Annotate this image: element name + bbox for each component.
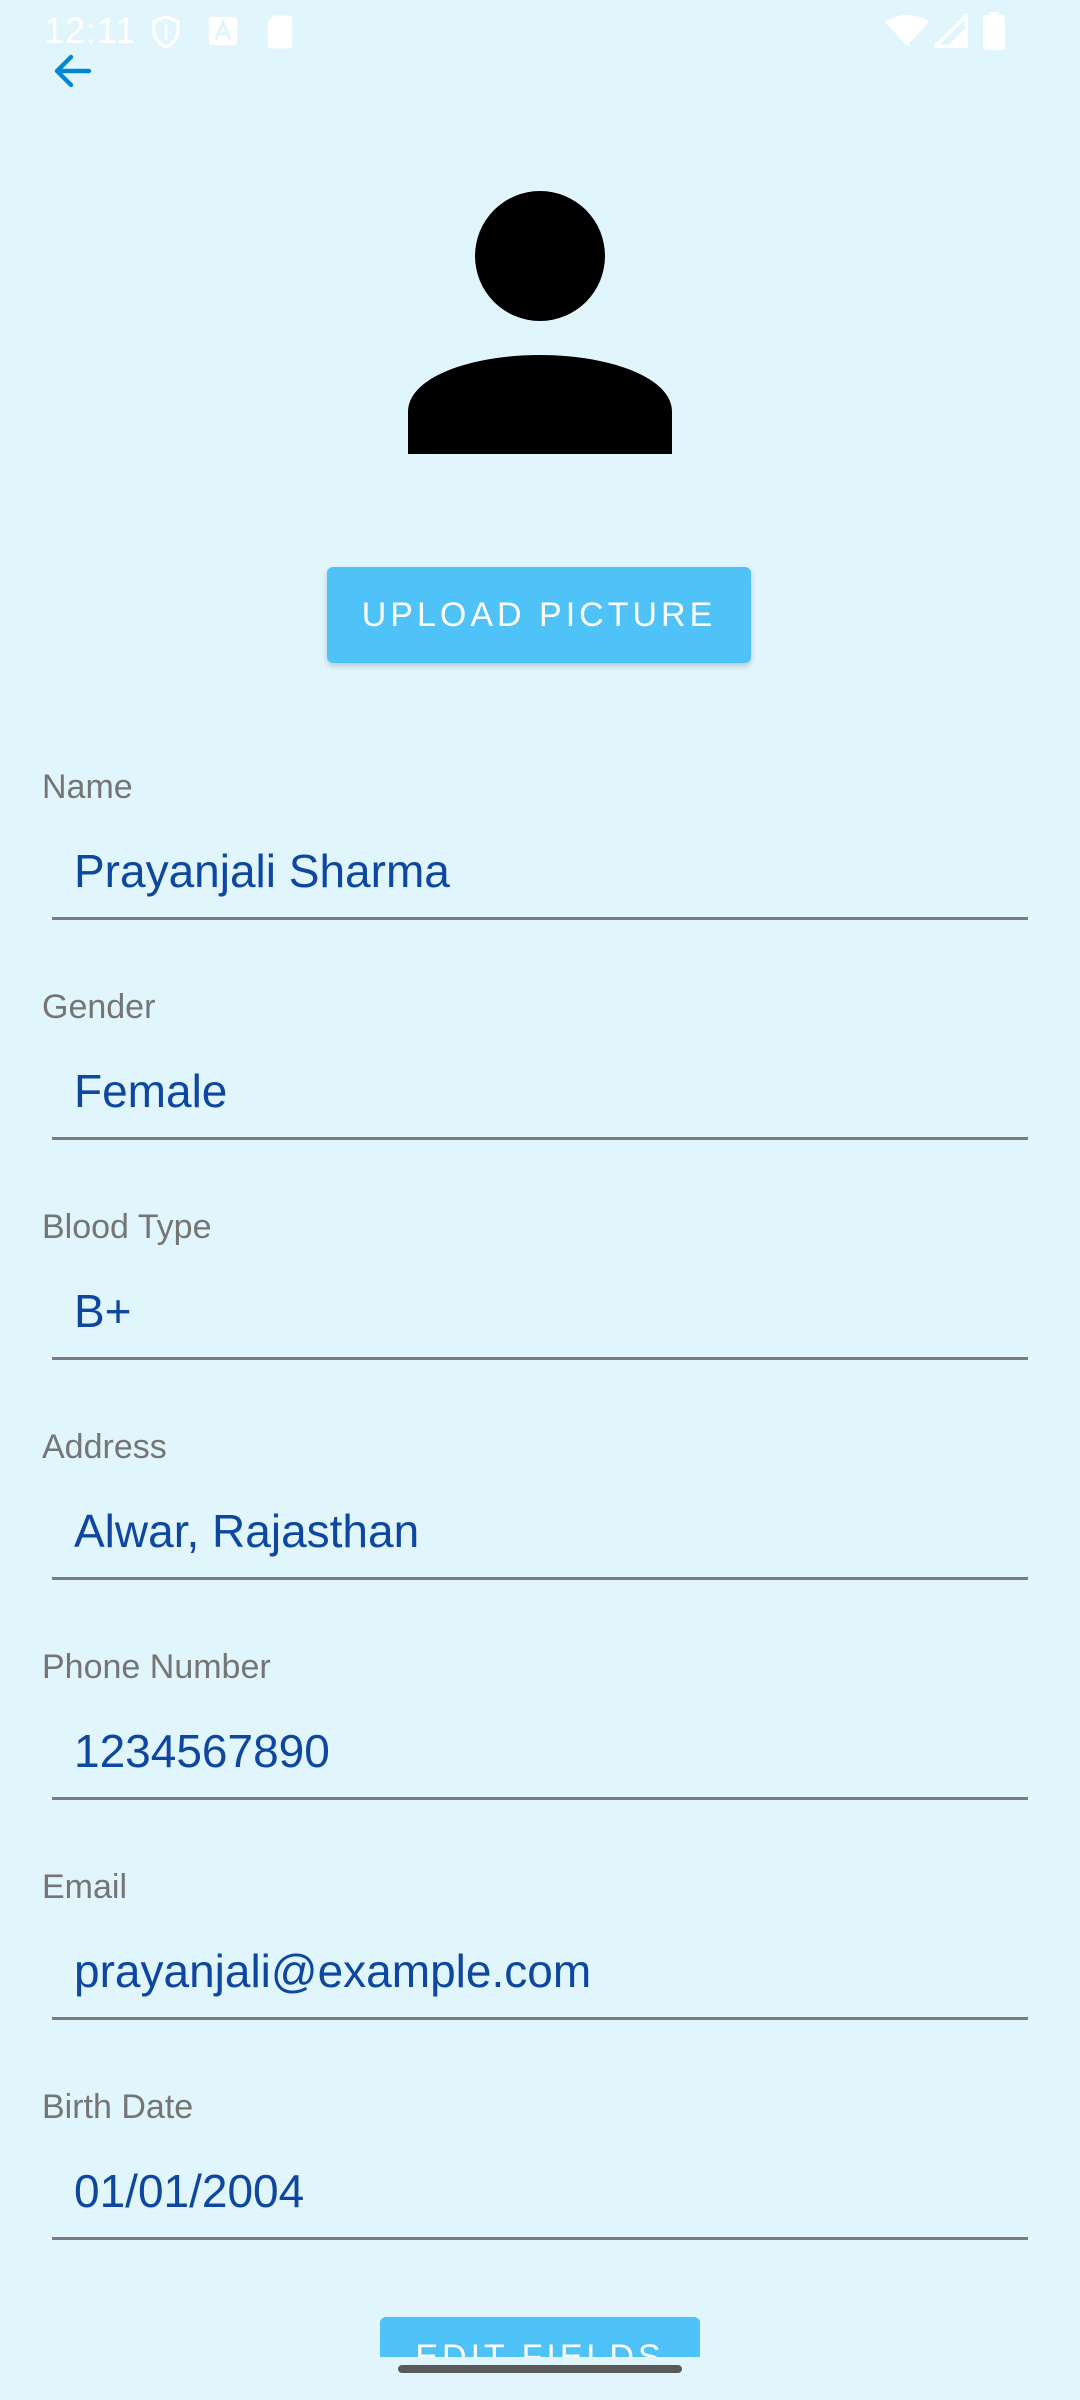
name-label: Name <box>42 768 133 806</box>
battery-icon <box>982 12 1006 50</box>
edit-fields-label: EDIT FIELDS <box>415 2338 665 2357</box>
shield-icon <box>152 15 180 49</box>
sd-card-icon <box>268 15 292 49</box>
gender-field[interactable] <box>52 1044 1028 1140</box>
back-button[interactable] <box>40 38 106 104</box>
birth-date-field[interactable] <box>52 2144 1028 2240</box>
status-bar: 12:11 <box>0 0 1080 62</box>
profile-avatar <box>408 190 672 454</box>
upload-picture-button[interactable]: UPLOAD PICTURE <box>327 567 751 663</box>
phone-number-field[interactable] <box>52 1704 1028 1800</box>
font-icon <box>208 16 238 46</box>
arrow-left-icon <box>54 54 92 88</box>
address-label: Address <box>42 1428 167 1466</box>
edit-fields-button[interactable]: EDIT FIELDS <box>380 2317 700 2357</box>
blood-type-label: Blood Type <box>42 1208 212 1246</box>
address-field[interactable] <box>52 1484 1028 1580</box>
phone-number-label: Phone Number <box>42 1648 271 1686</box>
blood-type-field[interactable] <box>52 1264 1028 1360</box>
wifi-icon <box>885 14 929 46</box>
email-field[interactable] <box>52 1924 1028 2020</box>
person-icon <box>408 191 672 454</box>
home-indicator[interactable] <box>398 2365 682 2373</box>
signal-icon <box>934 14 968 48</box>
gender-label: Gender <box>42 988 156 1026</box>
name-field[interactable] <box>52 824 1028 920</box>
birth-date-label: Birth Date <box>42 2088 194 2126</box>
email-label: Email <box>42 1868 128 1906</box>
